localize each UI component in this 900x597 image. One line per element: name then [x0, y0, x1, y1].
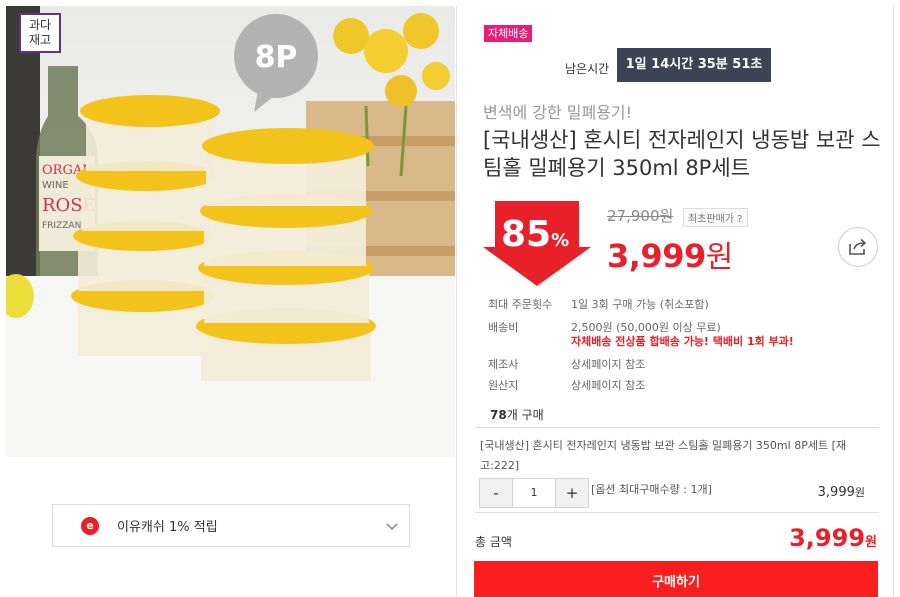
jar-label-text-2: WINE	[42, 180, 69, 191]
countdown-timer: 1일 14시간 35분 51초	[617, 48, 771, 82]
discount-badge: 85%	[483, 201, 591, 286]
overstock-badge-line1: 과다	[28, 18, 52, 32]
total-amount-label: 총 금액	[475, 535, 512, 549]
purchase-count-suffix: 개 구매	[506, 408, 544, 422]
info-key: 최대 주문횟수	[488, 298, 553, 311]
purchase-count-number: 78	[490, 408, 507, 422]
sale-price: 3,999원	[607, 232, 733, 276]
product-title: [국내생산] 혼시티 전자레인지 냉동밥 보관 스팀홀 밀폐용기 350ml 8…	[483, 128, 881, 180]
count-bubble: 8P	[234, 14, 318, 112]
container-stack-left	[71, 95, 220, 356]
original-price: 27,900원	[607, 207, 674, 225]
product-info-panel: 자체배송 남은시간 1일 14시간 35분 51초 변색에 강한 밀폐용기! […	[456, 6, 894, 597]
quantity-stepper: - 1 +	[479, 478, 589, 508]
share-icon	[849, 238, 867, 255]
cashback-dropdown[interactable]: e 이유캐쉬 1% 적립	[52, 504, 410, 547]
total-amount-unit: 원	[865, 535, 877, 550]
selected-option: [국내생산] 혼시티 전자레인지 냉동밥 보관 스팀홀 밀폐용기 350ml 8…	[475, 427, 879, 513]
purchase-count: 78개 구매	[490, 406, 544, 423]
info-value: 상세페이지 참조	[571, 358, 646, 371]
overstock-badge-line2: 재고	[28, 33, 52, 47]
chevron-down-icon[interactable]	[385, 519, 399, 533]
option-price: 3,999원	[818, 484, 865, 500]
info-key: 배송비	[488, 321, 519, 334]
product-subtitle: 변색에 강한 밀폐용기!	[483, 103, 633, 122]
product-image: ORGAN WINE ROSÉ FRIZZAN 8P 과다 재고	[6, 6, 455, 457]
option-name: [국내생산] 혼시티 전자레인지 냉동밥 보관 스팀홀 밀폐용기 350ml 8…	[480, 439, 846, 472]
eyou-cash-icon: e	[81, 516, 99, 535]
quantity-input[interactable]: 1	[512, 479, 556, 507]
remaining-time-label: 남은시간	[565, 62, 610, 76]
buy-now-button[interactable]: 구매하기	[474, 561, 878, 597]
option-price-unit: 원	[854, 486, 865, 499]
info-key: 제조사	[488, 358, 519, 371]
total-amount-number: 3,999	[789, 524, 866, 552]
info-value: 1일 3회 구매 가능 (취소포함)	[571, 298, 709, 311]
count-bubble-text: 8P	[255, 40, 298, 75]
option-max-quantity-note: [옵션 최대구매수량 : 1개]	[591, 483, 712, 496]
discount-number: 85	[501, 214, 552, 255]
quantity-decrease-button[interactable]: -	[480, 479, 512, 507]
total-amount: 3,999원	[789, 524, 877, 552]
jar-label-text-4: FRIZZAN	[42, 221, 81, 231]
info-value: 상세페이지 참조	[571, 379, 646, 392]
sale-price-number: 3,999	[607, 237, 706, 275]
discount-unit: %	[551, 230, 570, 251]
info-key: 원산지	[488, 379, 519, 392]
option-price-number: 3,999	[817, 485, 855, 500]
share-button[interactable]	[838, 227, 878, 267]
first-sale-price-tooltip[interactable]: 최초판매가 ?	[683, 208, 748, 227]
sale-price-unit: 원	[705, 240, 734, 275]
container-stack-right	[196, 128, 376, 381]
self-delivery-badge: 자체배송	[484, 25, 533, 42]
product-photo-illustration: ORGAN WINE ROSÉ FRIZZAN 8P	[6, 6, 455, 457]
discount-percent: 85%	[501, 214, 569, 255]
quantity-increase-button[interactable]: +	[556, 479, 588, 507]
overstock-badge: 과다 재고	[19, 13, 61, 53]
shipping-notice: 자체배송 전상품 합배송 가능! 택배비 1회 부과!	[571, 335, 794, 348]
cashback-label: 이유캐쉬 1% 적립	[117, 520, 218, 535]
